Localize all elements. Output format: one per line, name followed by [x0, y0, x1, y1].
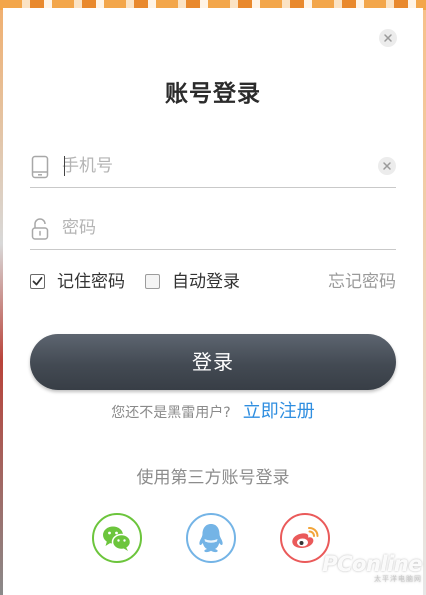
password-input[interactable] [62, 215, 362, 241]
lock-icon [30, 217, 50, 245]
login-dialog: 账号登录 手机号 记住密码 自动登录 忘记密码 登录 您还不是黑雷用户? 立即注… [3, 8, 423, 595]
register-row: 您还不是黑雷用户? 立即注册 [3, 400, 423, 425]
register-prompt: 您还不是黑雷用户? [111, 405, 231, 421]
close-button[interactable] [379, 29, 397, 47]
phone-field [30, 147, 396, 188]
auto-login-label[interactable]: 自动登录 [172, 270, 240, 294]
register-link[interactable]: 立即注册 [243, 401, 315, 422]
login-options: 记住密码 自动登录 忘记密码 [30, 270, 396, 294]
forgot-password-link[interactable]: 忘记密码 [328, 270, 396, 294]
dialog-title: 账号登录 [165, 81, 261, 107]
wechat-login-button[interactable] [92, 513, 142, 563]
clear-phone-button[interactable] [378, 157, 396, 175]
watermark-logo: PConline 太平洋电脑网 [312, 552, 422, 584]
third-party-title: 使用第三方账号登录 [136, 468, 290, 488]
remember-password-checkbox[interactable] [30, 274, 45, 289]
auto-login-checkbox[interactable] [145, 274, 160, 289]
qq-login-button[interactable] [186, 513, 236, 563]
phone-input[interactable] [62, 153, 362, 179]
login-button[interactable]: 登录 [30, 334, 396, 390]
mobile-phone-icon [30, 155, 50, 183]
password-field [30, 209, 396, 250]
watermark-text: PConline [322, 552, 422, 576]
remember-password-label[interactable]: 记住密码 [57, 270, 125, 294]
text-caret [64, 156, 65, 176]
